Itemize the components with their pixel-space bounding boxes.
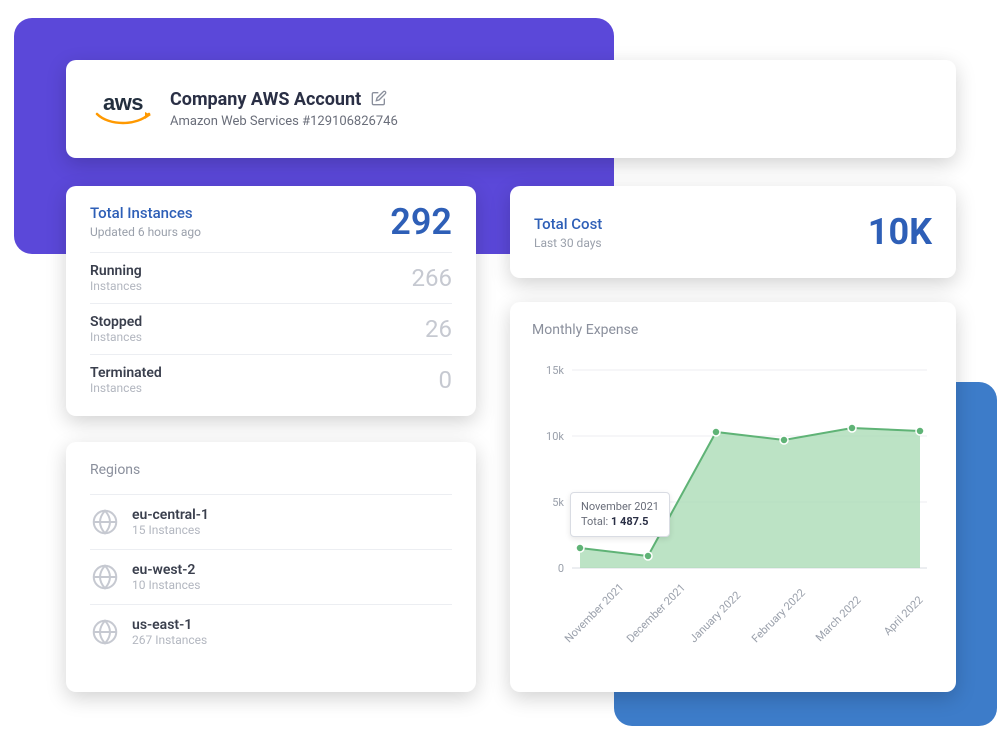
chart-tooltip: November 2021 Total: 1 487.5 (570, 492, 670, 537)
chart-point[interactable] (712, 428, 720, 436)
region-sub: 15 Instances (132, 523, 209, 537)
chart-x-labels: November 2021 December 2021 January 2022… (562, 610, 934, 672)
chart-point[interactable] (916, 427, 924, 435)
ytick-0: 0 (558, 562, 564, 575)
region-name: eu-central-1 (132, 507, 209, 523)
cost-title: Total Cost (534, 215, 602, 233)
region-row[interactable]: eu-central-1 15 Instances (90, 494, 452, 549)
cost-value: 10K (868, 211, 932, 253)
instances-title: Total Instances (90, 204, 201, 222)
instance-row-name: Running (90, 263, 142, 279)
instance-row-sub: Instances (90, 279, 142, 293)
regions-title: Regions (90, 462, 452, 478)
account-info: Company AWS Account Amazon Web Services … (170, 89, 398, 129)
instance-row-sub: Instances (90, 330, 142, 344)
account-header-card: aws Company AWS Account Amazon Web Servi… (66, 60, 956, 158)
globe-icon (90, 562, 120, 592)
instance-row-stopped: Stopped Instances 26 (90, 303, 452, 354)
region-name: us-east-1 (132, 617, 207, 633)
tooltip-label: November 2021 (581, 499, 659, 514)
instance-row-value: 26 (425, 315, 452, 343)
total-cost-card: Total Cost Last 30 days 10K (510, 186, 956, 278)
instance-row-value: 0 (439, 366, 453, 394)
globe-icon (90, 617, 120, 647)
ytick-5k: 5k (552, 496, 564, 509)
region-row[interactable]: eu-west-2 10 Instances (90, 549, 452, 604)
instance-row-sub: Instances (90, 381, 162, 395)
chart-point[interactable] (780, 436, 788, 444)
instance-row-running: Running Instances 266 (90, 252, 452, 303)
instances-header: Total Instances Updated 6 hours ago 292 (90, 204, 452, 252)
ytick-15k: 15k (546, 364, 564, 377)
regions-card: Regions eu-central-1 15 Instances eu-wes… (66, 442, 476, 692)
aws-logo: aws (94, 90, 152, 128)
chart-point[interactable] (644, 552, 652, 560)
region-sub: 10 Instances (132, 578, 200, 592)
account-title: Company AWS Account (170, 89, 361, 110)
aws-smile-icon (95, 112, 151, 128)
edit-icon[interactable] (371, 90, 387, 110)
ytick-10k: 10k (546, 430, 564, 443)
instances-total: 292 (390, 204, 452, 240)
tooltip-value: 1 487.5 (611, 515, 648, 528)
instances-updated: Updated 6 hours ago (90, 225, 201, 239)
account-subtitle: Amazon Web Services #129106826746 (170, 114, 398, 129)
cost-sub: Last 30 days (534, 236, 602, 250)
instance-row-name: Terminated (90, 365, 162, 381)
region-name: eu-west-2 (132, 562, 200, 578)
chart-area: 15k 10k 5k 0 November 2021 Total: 1 487.… (532, 352, 934, 672)
expense-chart: 15k 10k 5k 0 (532, 352, 934, 622)
instance-row-value: 266 (412, 264, 452, 292)
region-sub: 267 Instances (132, 633, 207, 647)
total-instances-card: Total Instances Updated 6 hours ago 292 … (66, 186, 476, 416)
tooltip-prefix: Total: (581, 515, 611, 528)
globe-icon (90, 507, 120, 537)
monthly-expense-card: Monthly Expense 15k 10k 5k 0 (510, 302, 956, 692)
instance-row-name: Stopped (90, 314, 142, 330)
region-row[interactable]: us-east-1 267 Instances (90, 604, 452, 659)
chart-point[interactable] (848, 424, 856, 432)
chart-point[interactable] (576, 544, 584, 552)
chart-title: Monthly Expense (532, 322, 934, 338)
instance-row-terminated: Terminated Instances 0 (90, 354, 452, 405)
